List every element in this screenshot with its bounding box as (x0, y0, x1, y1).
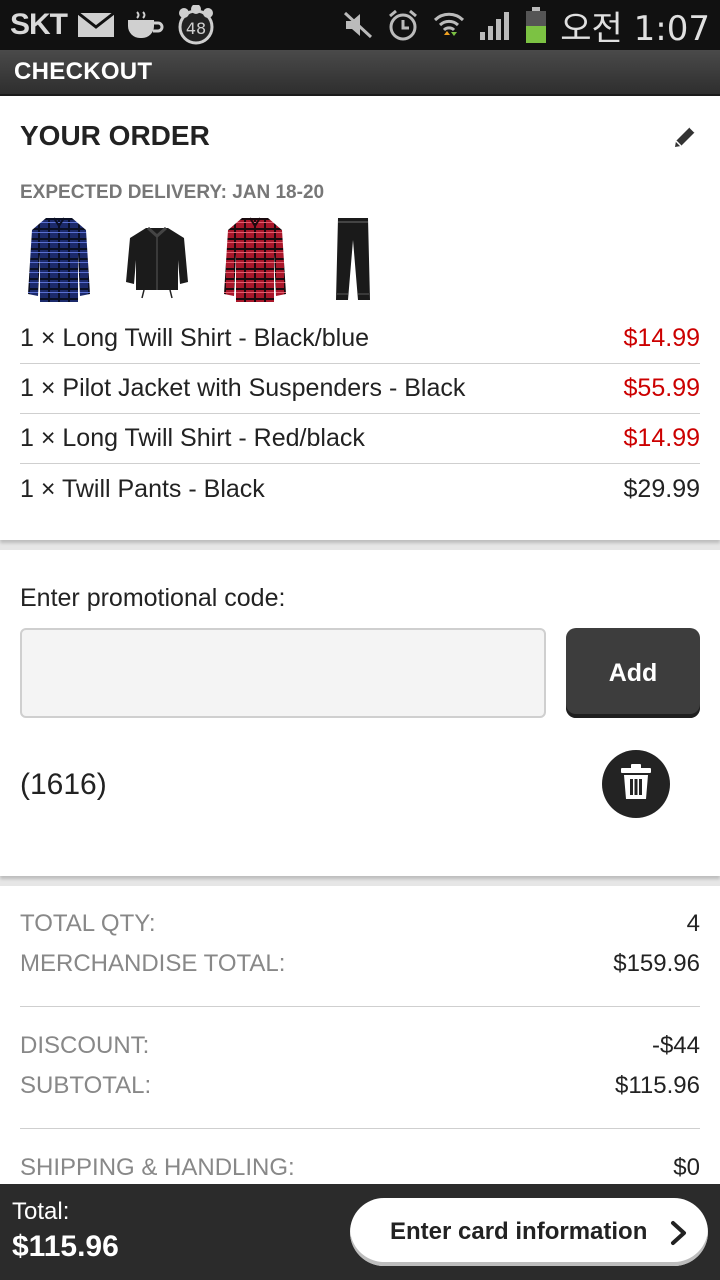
signal-icon (478, 10, 512, 40)
subtotal-row: SUBTOTAL: $115.96 (20, 1072, 700, 1100)
divider (20, 1128, 700, 1129)
shipping-value: $0 (673, 1154, 700, 1181)
thumbnail-blue-plaid-shirt[interactable] (24, 214, 94, 306)
footer-total-value: $115.96 (12, 1230, 119, 1263)
total-qty-row: TOTAL QTY: 4 (20, 910, 700, 938)
item-price: $14.99 (623, 424, 700, 452)
shipping-label: SHIPPING & HANDLING: (20, 1154, 295, 1181)
title-bar: CHECKOUT (0, 50, 720, 96)
discount-value: -$44 (651, 1032, 700, 1059)
expected-delivery: EXPECTED DELIVERY: JAN 18-20 (20, 182, 325, 203)
order-item: 1 × Long Twill Shirt - Black/blue $14.99 (20, 314, 700, 364)
item-label: 1 × Long Twill Shirt - Black/blue (20, 324, 370, 352)
item-label: 1 × Twill Pants - Black (20, 474, 265, 503)
item-price: $29.99 (623, 474, 700, 503)
applied-promo-code: (1616) (20, 768, 107, 801)
pencil-icon (671, 123, 699, 156)
mail-icon (77, 12, 115, 38)
divider (20, 1006, 700, 1007)
alarm-icon (386, 8, 420, 42)
promo-code-label: Enter promotional code: (20, 584, 286, 612)
add-promo-button[interactable]: Add (566, 628, 700, 718)
subtotal-value: $115.96 (615, 1072, 700, 1099)
item-label: 1 × Long Twill Shirt - Red/black (20, 424, 365, 452)
page-title: CHECKOUT (14, 58, 153, 85)
promo-code-input[interactable] (20, 628, 546, 718)
product-thumbnails (24, 214, 388, 306)
enter-card-button[interactable]: Enter card information (350, 1198, 708, 1266)
enter-card-label: Enter card information (390, 1218, 648, 1245)
shipping-row: SHIPPING & HANDLING: $0 (20, 1154, 700, 1182)
order-item: 1 × Pilot Jacket with Suspenders - Black… (20, 364, 700, 414)
discount-label: DISCOUNT: (20, 1032, 150, 1059)
trash-icon (619, 763, 653, 806)
subtotal-label: SUBTOTAL: (20, 1072, 152, 1099)
edit-order-button[interactable] (670, 124, 700, 154)
total-qty-label: TOTAL QTY: (20, 910, 156, 937)
status-bar: SKT 48 오전 1:07 (0, 0, 720, 50)
item-price: $14.99 (623, 324, 700, 352)
discount-row: DISCOUNT: -$44 (20, 1032, 700, 1060)
item-label: 1 × Pilot Jacket with Suspenders - Black (20, 374, 466, 402)
badge-count: 48 (186, 19, 206, 38)
merchandise-total-label: MERCHANDISE TOTAL: (20, 950, 286, 977)
cup-icon (125, 10, 165, 40)
battery-icon (524, 6, 548, 44)
order-title: YOUR ORDER (20, 120, 210, 151)
promo-code-card: Enter promotional code: Add (1616) (0, 550, 720, 876)
paw-badge-icon: 48 (175, 5, 217, 45)
thumbnail-black-pants[interactable] (318, 214, 388, 306)
order-summary-card: YOUR ORDER EXPECTED DELIVERY: JAN 18-20 (0, 96, 720, 540)
footer-total-label: Total: (12, 1198, 70, 1225)
thumbnail-black-bomber-jacket[interactable] (122, 214, 192, 306)
order-items-list: 1 × Long Twill Shirt - Black/blue $14.99… (20, 314, 700, 514)
wifi-icon (432, 8, 466, 42)
carrier-label: SKT (10, 8, 68, 41)
total-qty-value: 4 (686, 910, 700, 937)
mute-icon (342, 10, 374, 40)
merchandise-total-row: MERCHANDISE TOTAL: $159.96 (20, 950, 700, 978)
checkout-footer: Total: $115.96 Enter card information (0, 1184, 720, 1280)
order-item: 1 × Twill Pants - Black $29.99 (20, 464, 700, 514)
merchandise-total-value: $159.96 (613, 950, 700, 977)
remove-promo-button[interactable] (602, 750, 670, 818)
order-item: 1 × Long Twill Shirt - Red/black $14.99 (20, 414, 700, 464)
chevron-right-icon (670, 1220, 688, 1253)
thumbnail-red-plaid-shirt[interactable] (220, 214, 290, 306)
item-price: $55.99 (623, 374, 700, 402)
clock: 오전 1:07 (560, 8, 710, 49)
